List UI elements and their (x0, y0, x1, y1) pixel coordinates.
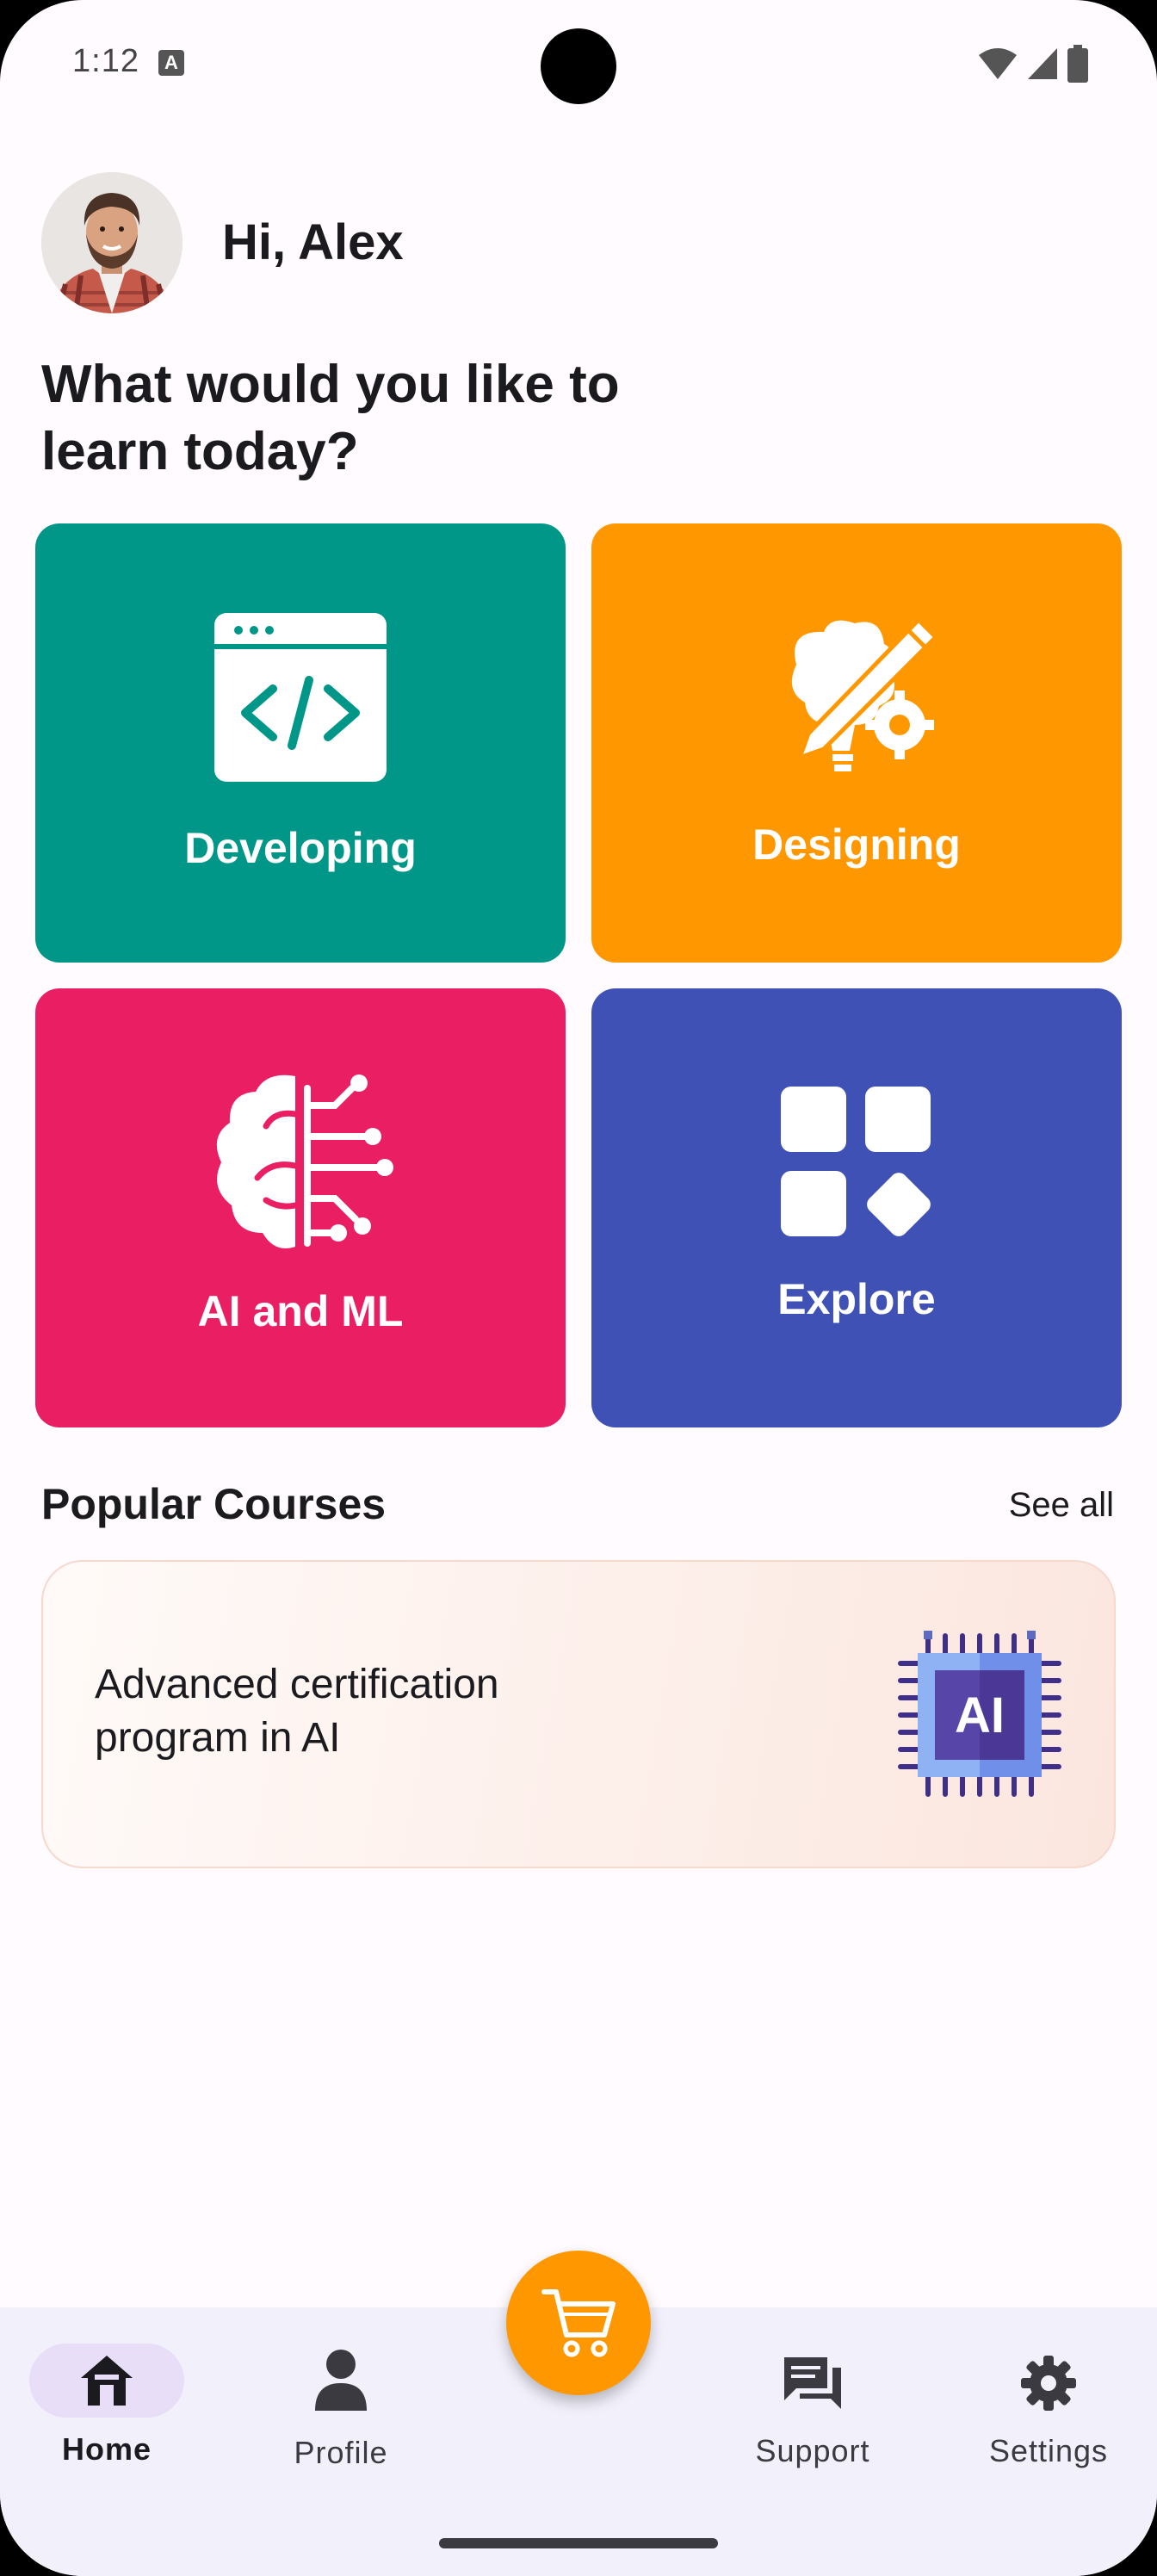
app-screen: 1:12 A Hi, Alex What would you like to l… (0, 0, 1157, 2576)
a-icon: A (158, 50, 184, 76)
nav-item-settings[interactable]: Settings (933, 2307, 1157, 2480)
code-window-icon (214, 613, 387, 782)
chat-icon (784, 2357, 841, 2409)
greeting-text: Hi, Alex (222, 214, 404, 270)
signal-icon (1028, 48, 1057, 79)
ai-chip-label: AI (955, 1687, 1005, 1743)
nav-label: Support (755, 2433, 870, 2468)
cart-fab-button[interactable] (506, 2251, 651, 2395)
category-tile-developing[interactable]: Developing (35, 523, 566, 963)
category-tile-ai-ml[interactable]: AI and ML (35, 988, 566, 1427)
avatar[interactable] (41, 172, 183, 313)
nav-label: Profile (294, 2435, 388, 2470)
camera-cutout (541, 28, 616, 104)
home-icon (81, 2356, 133, 2406)
nav-item-profile[interactable]: Profile (226, 2307, 456, 2480)
category-label: Explore (777, 1275, 936, 1323)
status-bar: 1:12 A (0, 0, 1157, 129)
page-headline: What would you like to learn today? (41, 355, 620, 481)
category-label: Developing (184, 824, 417, 872)
category-label: Designing (752, 820, 961, 869)
design-brain-pencil-icon (791, 616, 939, 771)
gear-icon (1021, 2356, 1076, 2411)
grid-apps-icon (781, 1087, 931, 1236)
nav-label: Home (61, 2431, 152, 2467)
nav-label: Settings (988, 2433, 1109, 2468)
see-all-link[interactable]: See all (1009, 1486, 1114, 1525)
cart-icon (541, 2289, 616, 2357)
course-title: Advanced certification program in AI (95, 1662, 499, 1761)
category-label: AI and ML (197, 1287, 404, 1335)
section-title-popular-courses: Popular Courses (41, 1480, 387, 1528)
ai-chip-icon: AI (898, 1631, 1061, 1797)
nav-item-home[interactable]: Home (0, 2307, 231, 2480)
nav-item-support[interactable]: Support (697, 2307, 928, 2480)
category-tile-designing[interactable]: Designing (591, 523, 1122, 963)
category-tile-explore[interactable]: Explore (591, 988, 1122, 1427)
battery-icon (1067, 45, 1088, 83)
wifi-icon (979, 48, 1017, 79)
status-icons (978, 45, 1088, 83)
person-icon (315, 2350, 367, 2411)
gesture-home-indicator[interactable] (439, 2538, 718, 2548)
status-time: 1:12 (72, 43, 139, 79)
brain-circuit-icon (216, 1074, 393, 1248)
course-card[interactable]: Advanced certification program in AI AI (41, 1560, 1116, 1868)
